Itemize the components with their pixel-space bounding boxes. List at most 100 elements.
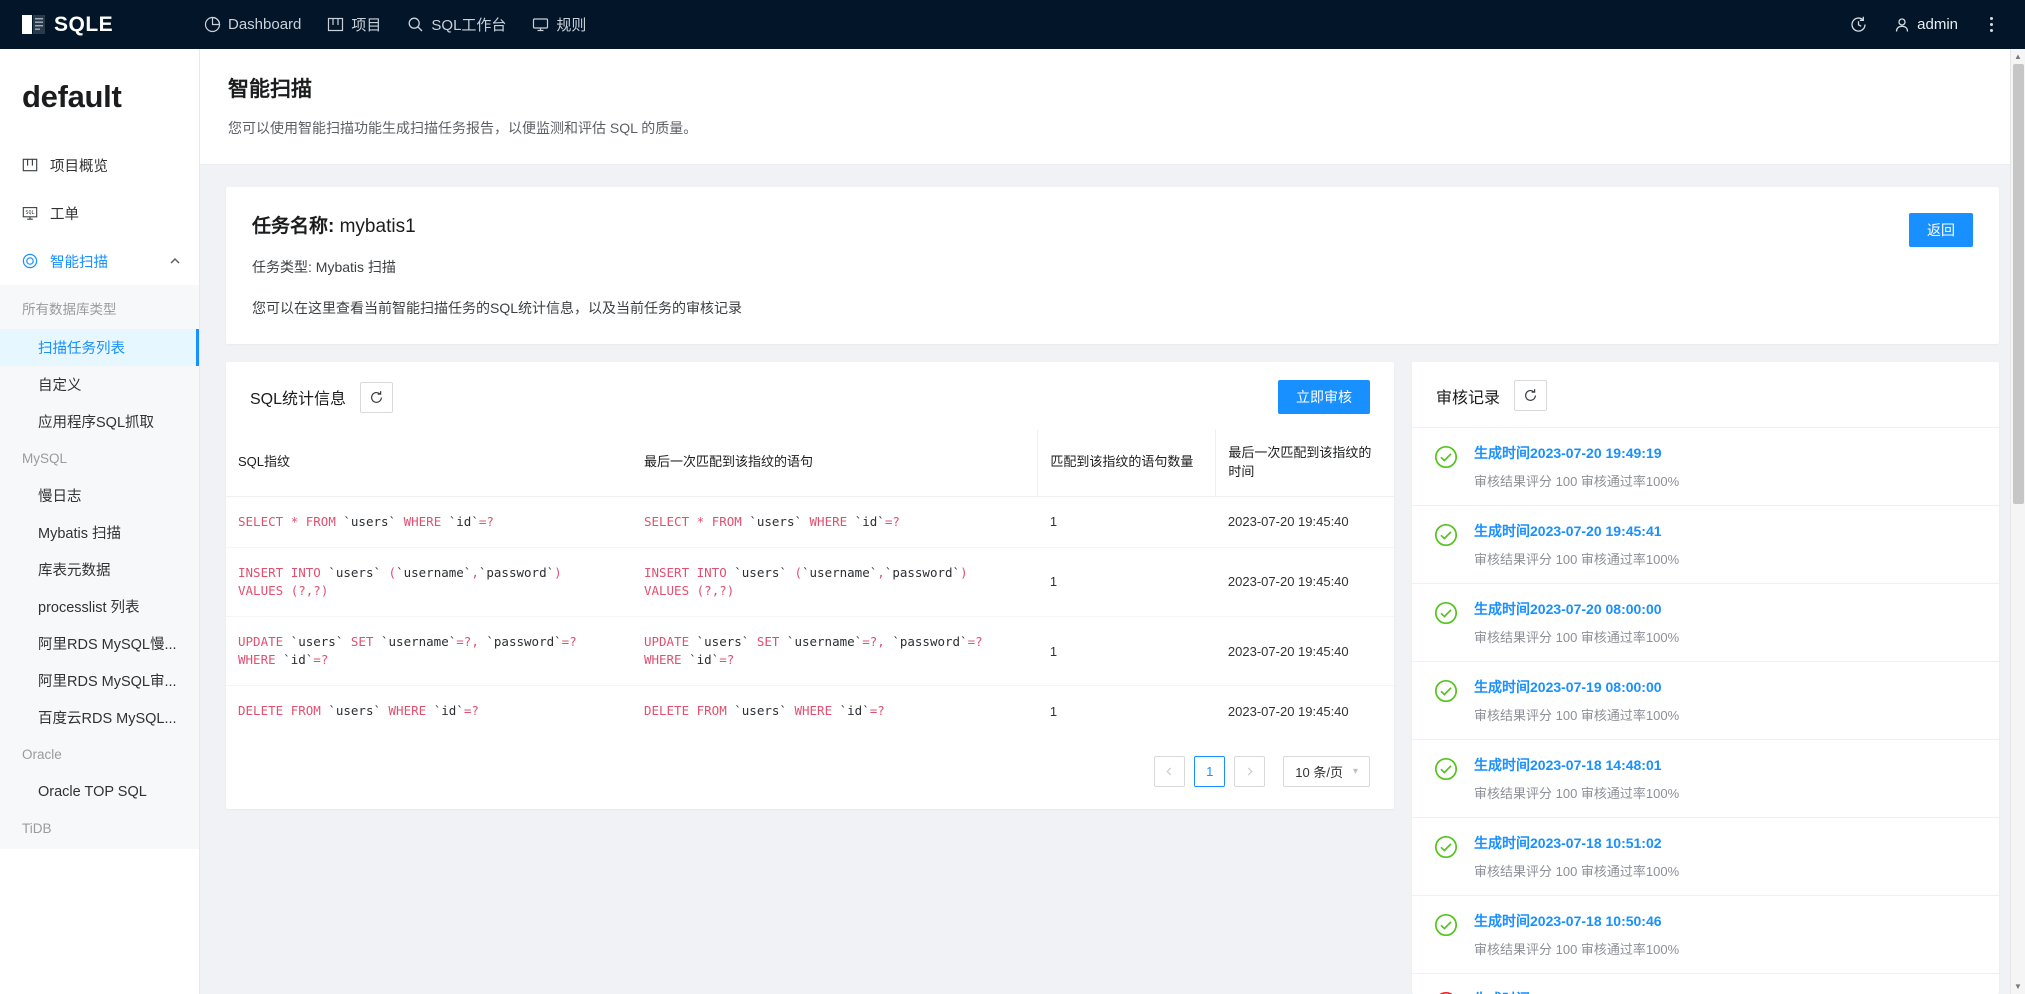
brand-label: SQLE <box>54 12 114 36</box>
scrollbar-thumb[interactable] <box>2013 64 2024 504</box>
sidebar-menu: 项目概览 SQL 工单 智能扫描 <box>0 141 199 285</box>
check-circle-icon <box>1434 445 1458 474</box>
nav-item-dashboard-label: Dashboard <box>228 16 302 33</box>
sql-stats-table-body: SELECT * FROM `users` WHERE `id`=? SELEC… <box>226 496 1394 736</box>
audit-record-subtitle: 审核结果评分 100 审核通过率100% <box>1474 474 1680 489</box>
sqle-logo-icon <box>22 15 45 34</box>
cell-last-time: 2023-07-20 19:45:40 <box>1215 496 1394 548</box>
audit-record-link[interactable]: 生成时间2023-07-20 19:45:41 <box>1474 521 1679 541</box>
workflow-icon: SQL <box>22 207 38 220</box>
column-header-fingerprint: SQL指纹 <box>226 430 632 497</box>
sidebar-item-project-overview[interactable]: 项目概览 <box>0 141 199 189</box>
list-item-body: 生成时间2023-07-20 08:00:00 审核结果评分 100 审核通过率… <box>1474 599 1679 646</box>
chevron-up-icon[interactable] <box>169 255 181 267</box>
chevron-left-icon <box>1166 767 1172 776</box>
audit-now-button[interactable]: 立即审核 <box>1278 380 1370 414</box>
audit-records-list: 生成时间2023-07-20 19:49:19 审核结果评分 100 审核通过率… <box>1412 427 1999 994</box>
table-header-row: SQL指纹 最后一次匹配到该指纹的语句 匹配到该指纹的语句数量 最后一次匹配到该… <box>226 430 1394 497</box>
sql-fingerprint-code: SELECT * FROM `users` WHERE `id`=? <box>238 513 494 529</box>
user-menu[interactable]: admin <box>1894 16 1958 33</box>
table-row: INSERT INTO `users` (`username`,`passwor… <box>226 547 1394 618</box>
audit-records-column: 审核记录 生成时间2023-07-20 19:49:19 审核结果评分 100 … <box>1412 362 1999 994</box>
pagination-next-button[interactable] <box>1234 756 1266 788</box>
kebab-menu-icon[interactable] <box>1984 14 1999 35</box>
audit-record-link[interactable]: 生成时间2023-07-18 10:50:46 <box>1474 911 1679 931</box>
sql-stats-header: SQL统计信息 立即审核 <box>226 362 1394 430</box>
body-wrapper: default 项目概览 SQL 工单 智能扫描 所有数据库类型 扫描任务列表 … <box>0 49 2025 994</box>
caret-down-icon[interactable]: ▼ <box>2011 979 2025 994</box>
sql-statement-code: DELETE FROM `users` WHERE `id`=? <box>643 703 885 719</box>
monitor-icon <box>533 18 549 32</box>
list-item: 生成时间2023-07-18 10:51:02 审核结果评分 100 审核通过率… <box>1412 817 1999 895</box>
nav-item-rules[interactable]: 规则 <box>532 14 586 35</box>
nav-item-sql-workbench[interactable]: SQL工作台 <box>407 14 506 35</box>
sql-fingerprint-code: INSERT INTO `users` (`username`,`passwor… <box>238 564 562 598</box>
cell-count: 1 <box>1037 616 1216 687</box>
cell-fingerprint: DELETE FROM `users` WHERE `id`=? <box>226 686 632 737</box>
back-button[interactable]: 返回 <box>1909 213 1973 247</box>
list-item-body: 生成时间2023-07-18 10:51:02 审核结果评分 100 审核通过率… <box>1474 833 1679 880</box>
task-name-value: mybatis1 <box>339 216 416 237</box>
audit-record-link[interactable]: 生成时间2023-07-18 10:48:57 <box>1474 989 1662 994</box>
page-scrollbar[interactable]: ▲ ▼ <box>2010 49 2025 994</box>
pagination-page-1[interactable]: 1 <box>1194 756 1226 788</box>
check-circle-icon <box>1434 523 1458 552</box>
list-item-body: 生成时间2023-07-18 10:50:46 审核结果评分 100 审核通过率… <box>1474 911 1679 958</box>
nav-items: Dashboard 项目 SQL工作台 规则 <box>204 14 586 35</box>
sidebar-item-aliyun-rds-slow[interactable]: 阿里RDS MySQL慢... <box>0 625 199 662</box>
sidebar-item-oracle-top-sql[interactable]: Oracle TOP SQL <box>0 773 199 810</box>
sidebar-item-smart-scan[interactable]: 智能扫描 <box>0 237 199 285</box>
page-header: 智能扫描 您可以使用智能扫描功能生成扫描任务报告，以便监测和评估 SQL 的质量… <box>200 49 2025 165</box>
list-item-body: 生成时间2023-07-20 19:45:41 审核结果评分 100 审核通过率… <box>1474 521 1679 568</box>
audit-record-link[interactable]: 生成时间2023-07-20 19:49:19 <box>1474 443 1679 463</box>
audit-record-link[interactable]: 生成时间2023-07-18 14:48:01 <box>1474 755 1679 775</box>
sidebar-item-app-sql-capture[interactable]: 应用程序SQL抓取 <box>0 403 199 440</box>
sidebar-group-label-oracle: Oracle <box>22 747 62 762</box>
top-navbar: SQLE Dashboard 项目 SQL工作台 规则 admin <box>0 0 2025 49</box>
list-item-body: 生成时间2023-07-19 08:00:00 审核结果评分 100 审核通过率… <box>1474 677 1679 724</box>
sidebar-item-aliyun-rds-audit-label: 阿里RDS MySQL审... <box>38 674 177 690</box>
list-item: 生成时间2023-07-19 08:00:00 审核结果评分 100 审核通过率… <box>1412 661 1999 739</box>
audit-record-link[interactable]: 生成时间2023-07-18 10:51:02 <box>1474 833 1679 853</box>
clock-history-icon[interactable] <box>1849 15 1868 34</box>
caret-up-icon[interactable]: ▲ <box>2011 49 2025 64</box>
nav-item-project[interactable]: 项目 <box>327 14 381 35</box>
sidebar-item-scan-task-list-label: 扫描任务列表 <box>38 341 125 357</box>
sql-stats-refresh-button[interactable] <box>360 381 394 413</box>
user-icon <box>1895 17 1909 32</box>
chevron-down-icon: ▾ <box>1352 766 1358 778</box>
brand[interactable]: SQLE <box>0 13 200 37</box>
task-type: 任务类型: Mybatis 扫描 <box>252 259 396 275</box>
sidebar-item-baidu-rds-mysql[interactable]: 百度云RDS MySQL... <box>0 699 199 736</box>
sidebar-item-scan-task-list[interactable]: 扫描任务列表 <box>0 329 199 366</box>
sidebar-item-table-metadata[interactable]: 库表元数据 <box>0 551 199 588</box>
sidebar-group-label-mysql: MySQL <box>22 451 68 466</box>
audit-records-title: 审核记录 <box>1436 389 1501 407</box>
sidebar-item-mybatis-scan[interactable]: Mybatis 扫描 <box>0 514 199 551</box>
audit-record-link[interactable]: 生成时间2023-07-20 08:00:00 <box>1474 599 1679 619</box>
task-info-card: 任务名称: mybatis1 任务类型: Mybatis 扫描 您可以在这里查看… <box>226 187 1999 344</box>
sidebar-item-baidu-rds-mysql-label: 百度云RDS MySQL... <box>38 711 177 727</box>
check-circle-icon <box>1434 679 1458 708</box>
sql-stats-table-head: SQL指纹 最后一次匹配到该指纹的语句 匹配到该指纹的语句数量 最后一次匹配到该… <box>226 430 1394 497</box>
sidebar-item-processlist[interactable]: processlist 列表 <box>0 588 199 625</box>
refresh-icon <box>371 390 383 403</box>
pagination-prev-button[interactable] <box>1154 756 1186 788</box>
nav-item-dashboard[interactable]: Dashboard <box>204 16 301 33</box>
sidebar-item-custom[interactable]: 自定义 <box>0 366 199 403</box>
page-size-select[interactable]: 10 条/页 ▾ <box>1283 756 1370 788</box>
sidebar-submenu: 所有数据库类型 扫描任务列表 自定义 应用程序SQL抓取 MySQL 慢日志 M… <box>0 285 199 849</box>
cell-last-time: 2023-07-20 19:45:40 <box>1227 703 1349 719</box>
table-row: UPDATE `users` SET `username`=?, `passwo… <box>226 616 1394 687</box>
audit-records-refresh-button[interactable] <box>1514 380 1548 411</box>
sidebar-item-workflow[interactable]: SQL 工单 <box>0 189 199 237</box>
sql-fingerprint-code: DELETE FROM `users` WHERE `id`=? <box>238 703 479 719</box>
page-content: 任务名称: mybatis1 任务类型: Mybatis 扫描 您可以在这里查看… <box>200 165 2025 994</box>
sidebar-item-slow-log[interactable]: 慢日志 <box>0 477 199 514</box>
sidebar-item-aliyun-rds-audit[interactable]: 阿里RDS MySQL审... <box>0 662 199 699</box>
sql-stats-column: SQL统计信息 立即审核 SQL指纹 最后一次匹配到该指纹的语句 匹配到该指纹的… <box>226 362 1394 994</box>
cell-count: 1 <box>1037 496 1216 548</box>
column-header-last-time: 最后一次匹配到该指纹的时间 <box>1215 430 1394 497</box>
audit-record-link[interactable]: 生成时间2023-07-19 08:00:00 <box>1474 677 1679 697</box>
project-overview-icon <box>22 158 38 172</box>
